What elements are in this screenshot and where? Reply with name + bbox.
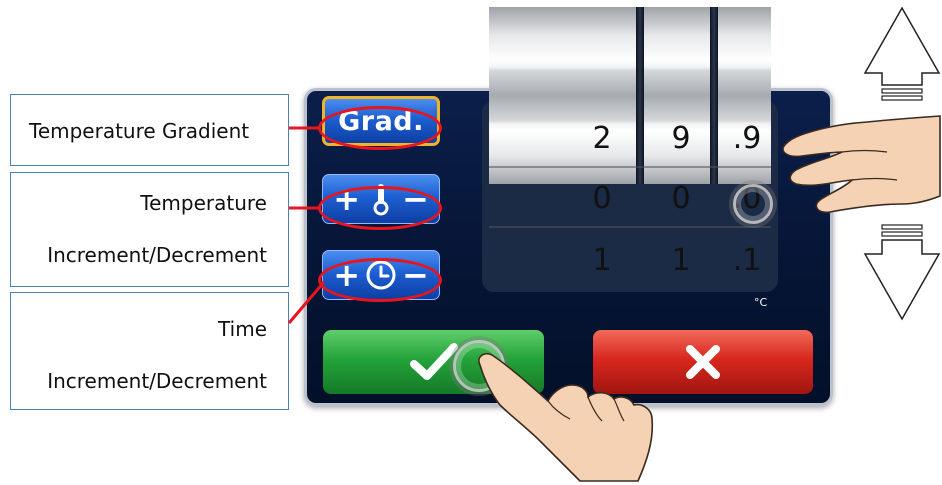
hand-pointer-icon bbox=[478, 352, 654, 482]
roller-digit: 1 bbox=[671, 243, 691, 278]
callout-time-increment: Time Increment/Decrement bbox=[10, 292, 289, 410]
roller-column-tens[interactable] bbox=[489, 7, 636, 184]
callout-gradient-text: Temperature Gradient bbox=[29, 119, 250, 143]
roller-digit: 2 bbox=[592, 121, 612, 156]
roller-separator bbox=[710, 7, 718, 184]
roller-digit: 1 bbox=[592, 243, 612, 278]
callout-temperature-gradient: Temperature Gradient bbox=[10, 94, 289, 166]
highlight-oval-temperature bbox=[318, 186, 442, 230]
roller-separator bbox=[636, 7, 644, 184]
hand-pointer-icon bbox=[782, 115, 941, 214]
scroll-down-arrow-icon bbox=[863, 224, 941, 321]
roller-digit: .9 bbox=[732, 121, 762, 156]
roller-digit: 0 bbox=[592, 181, 612, 216]
roller-digit: 0 bbox=[671, 181, 691, 216]
roller-column-ones[interactable] bbox=[644, 7, 710, 184]
scroll-up-arrow-icon bbox=[863, 6, 941, 101]
touch-indicator-roller bbox=[733, 184, 773, 224]
callout-temperature-line2: Increment/Decrement bbox=[47, 243, 267, 267]
highlight-oval-time bbox=[318, 258, 442, 302]
roller-digit: 9 bbox=[671, 121, 691, 156]
temperature-unit: °C bbox=[754, 296, 768, 309]
roller-column-decimal[interactable] bbox=[718, 7, 771, 184]
roller-row-divider bbox=[489, 166, 771, 168]
callout-time-line2: Increment/Decrement bbox=[47, 369, 267, 393]
roller-digit: .1 bbox=[732, 243, 762, 278]
callout-time-line1: Time bbox=[218, 317, 267, 341]
callout-temperature-line1: Temperature bbox=[140, 191, 267, 215]
highlight-oval-gradient bbox=[318, 106, 442, 150]
callout-temperature-increment: Temperature Increment/Decrement bbox=[10, 172, 289, 287]
checkmark-icon bbox=[409, 343, 458, 380]
roller-row-divider bbox=[489, 226, 771, 228]
close-icon bbox=[686, 345, 720, 379]
